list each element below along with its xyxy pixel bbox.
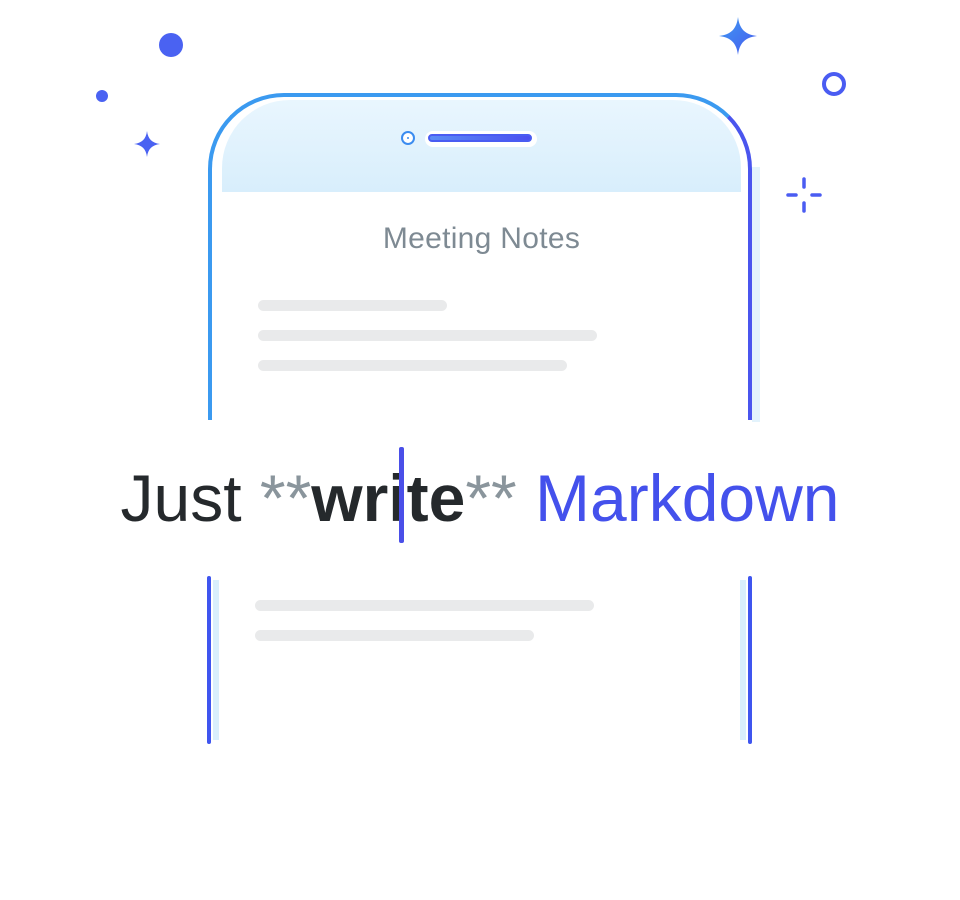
markdown-bold-open: ** [259,461,312,535]
note-title: Meeting Notes [382,222,581,255]
decor-dot-large-icon [159,33,183,57]
headline: Just **write** Markdown [0,458,960,538]
placeholder-line [258,300,447,311]
phone-frame-bottom-right [740,576,752,744]
decor-dot-small-icon [96,90,108,102]
placeholder-line [258,330,597,341]
headline-bold-word: write [311,461,466,535]
placeholder-line [255,600,594,611]
sparkle-outline-icon [786,177,822,213]
headline-word-just: Just [120,461,242,535]
sparkle-icon-top-right [719,17,757,55]
phone-camera-icon [401,131,415,145]
text-cursor [399,447,404,543]
placeholder-line [255,630,534,641]
phone-speaker-icon [425,131,537,147]
headline-word-markdown: Markdown [535,461,840,535]
sparkle-icon-left [134,131,160,157]
phone-frame-bottom-left [207,576,219,744]
decor-ring-icon [822,72,846,96]
markdown-bold-close: ** [465,461,517,535]
placeholder-line [258,360,567,371]
